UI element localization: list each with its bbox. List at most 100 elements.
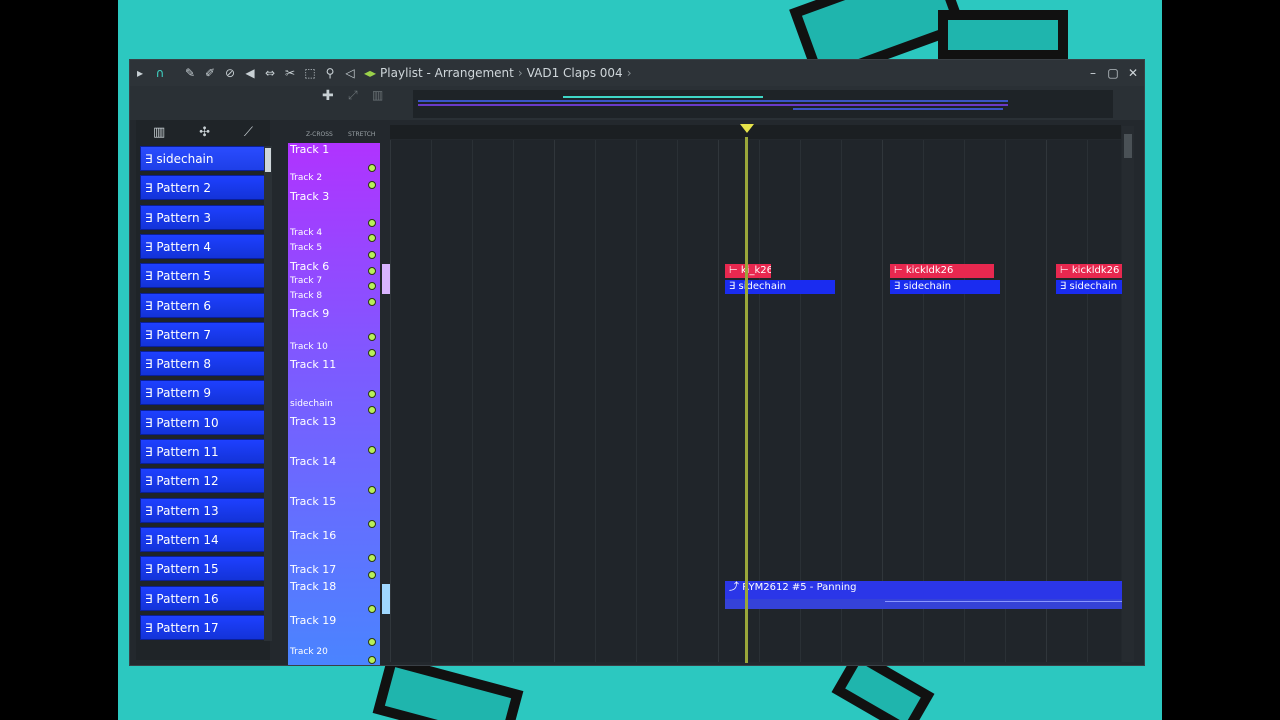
track-label[interactable]: Track 4 [290,228,322,238]
mute-icon[interactable]: ◀ [240,60,260,86]
automation-curve[interactable] [725,599,1122,609]
pattern-item[interactable]: ∃ Pattern 9 [140,380,266,406]
track-mute-led[interactable] [368,164,376,172]
pattern-item[interactable]: ∃ Pattern 14 [140,526,266,552]
slice-icon[interactable]: ✂ [280,60,300,86]
pattern-label: Pattern 16 [156,591,219,606]
pattern-item[interactable]: ∃ Pattern 6 [140,292,266,318]
pattern-item[interactable]: ∃ Pattern 13 [140,497,266,523]
clip-sidechain[interactable]: ∃ sidechain [1056,280,1122,294]
playhead-marker[interactable] [740,124,754,133]
track-mute-led[interactable] [368,333,376,341]
zoom-icon[interactable]: ⚲ [320,60,340,86]
pattern-item[interactable]: ∃ Pattern 15 [140,556,266,582]
track-label[interactable]: Track 2 [290,173,322,183]
pattern-item[interactable]: ∃ Pattern 8 [140,351,266,377]
scroll-thumb[interactable] [1124,134,1132,158]
track-mute-led[interactable] [368,282,376,290]
track-mute-led[interactable] [368,520,376,528]
magnet-icon[interactable]: ∩ [150,60,170,86]
track-mute-led[interactable] [368,605,376,613]
pattern-item[interactable]: ∃ Pattern 12 [140,468,266,494]
track-label[interactable]: Track 16 [290,529,336,542]
piano-icon[interactable]: ▥ [153,125,165,140]
track-mute-led[interactable] [368,446,376,454]
pattern-item[interactable]: ∃ sidechain [140,146,266,171]
track-mute-led[interactable] [368,554,376,562]
minimize-icon[interactable]: – [1086,60,1100,86]
pattern-item[interactable]: ∃ Pattern 2 [140,175,266,201]
pattern-label: Pattern 11 [156,445,219,459]
paint-icon[interactable]: ✐ [200,60,220,86]
track-mute-led[interactable] [368,267,376,275]
play-icon[interactable]: ▸ [130,60,150,86]
zcross-label[interactable]: Z-CROSS [306,131,333,138]
pattern-item[interactable]: ∃ Pattern 3 [140,204,266,230]
track-mute-led[interactable] [368,251,376,259]
track-label[interactable]: Track 17 [290,563,336,576]
delete-icon[interactable]: ⊘ [220,60,240,86]
move-icon[interactable]: ✚ [322,88,334,104]
track-mute-led[interactable] [368,486,376,494]
track-label[interactable]: Track 6 [290,260,329,273]
clip-kick[interactable]: ⊢ kickldk26 [890,264,994,278]
pattern-label: Pattern 7 [156,327,212,342]
track-label[interactable]: Track 5 [290,243,322,253]
track-mute-led[interactable] [368,298,376,306]
pencil-icon[interactable]: ✎ [180,60,200,86]
track-mute-led[interactable] [368,219,376,227]
title-pattern[interactable]: VAD1 Claps 004 [527,66,623,80]
pattern-item[interactable]: ∃ Pattern 5 [140,263,266,289]
pattern-label: Pattern 5 [156,269,212,284]
track-mute-led[interactable] [368,656,376,664]
track-label[interactable]: sidechain [290,399,333,409]
clip-kick[interactable]: ⊢ kickldk26 [1056,264,1122,278]
vertical-scrollbar[interactable] [1122,126,1134,662]
link-icon[interactable]: ⤢ [348,88,358,103]
track-label[interactable]: Track 11 [290,358,336,371]
timeline-ruler[interactable] [390,125,1121,139]
track-label[interactable]: Track 10 [290,342,328,352]
track-label[interactable]: Track 8 [290,291,322,301]
stretch-label[interactable]: STRETCH [348,131,375,138]
track-mute-led[interactable] [368,390,376,398]
track-label[interactable]: Track 1 [290,143,329,156]
track-label[interactable]: Track 19 [290,614,336,627]
track-mute-led[interactable] [368,571,376,579]
clip-sidechain[interactable]: ∃ sidechain [725,280,835,294]
pattern-item[interactable]: ∃ Pattern 16 [140,585,266,611]
pattern-item[interactable]: ∃ Pattern 17 [140,614,266,640]
track-label[interactable]: Track 9 [290,307,329,320]
track-mute-led[interactable] [368,181,376,189]
track-label[interactable]: Track 20 [290,647,328,657]
track-label[interactable]: Track 13 [290,415,336,428]
pattern-item[interactable]: ∃ Pattern 7 [140,321,266,347]
close-icon[interactable]: ✕ [1126,60,1140,86]
track-label[interactable]: Track 14 [290,455,336,468]
speaker-icon[interactable]: ◁ [340,60,360,86]
pattern-item[interactable]: ∃ Pattern 11 [140,439,266,464]
clip-kick[interactable]: ⊢ ki_k26 [725,264,771,278]
track-mute-led[interactable] [368,638,376,646]
clip-automation[interactable]: ⤴ RYM2612 #5 - Panning [725,581,1122,599]
browser-scroll-thumb[interactable] [265,148,271,172]
maximize-icon[interactable]: ▢ [1106,60,1120,86]
select-icon[interactable]: ⬚ [300,60,320,86]
arrangement-overview[interactable] [413,90,1113,118]
grid-icon[interactable]: ▥ [372,88,383,102]
pattern-item[interactable]: ∃ Pattern 4 [140,233,266,259]
pattern-item[interactable]: ∃ Pattern 10 [140,409,266,435]
track-mute-led[interactable] [368,234,376,242]
plugin-icon[interactable]: ✣ [199,125,210,140]
track-label[interactable]: Track 15 [290,495,336,508]
playhead[interactable] [745,137,748,663]
track-label[interactable]: Track 18 [290,580,336,593]
slip-icon[interactable]: ⇔ [260,60,280,86]
track-label[interactable]: Track 3 [290,190,329,203]
clip-sidechain[interactable]: ∃ sidechain [890,280,1000,294]
track-mute-led[interactable] [368,349,376,357]
track-mute-led[interactable] [368,406,376,414]
browser-scrollbar[interactable] [264,146,272,641]
brush-icon[interactable]: ⟋ [244,125,253,140]
track-label[interactable]: Track 7 [290,276,322,286]
